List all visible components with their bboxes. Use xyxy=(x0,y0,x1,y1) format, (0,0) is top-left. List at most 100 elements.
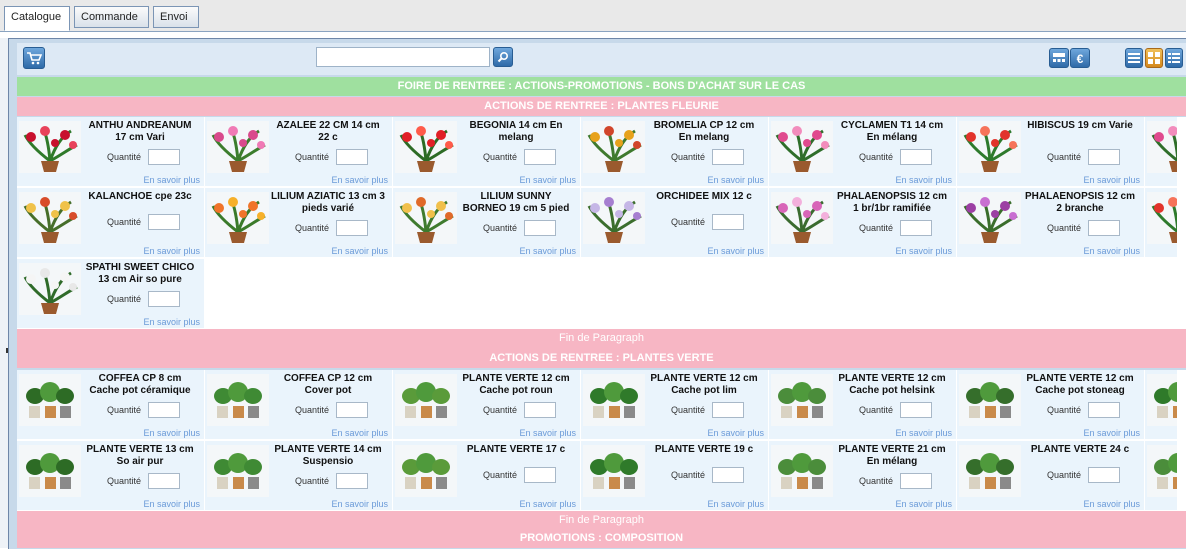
tab-catalogue[interactable]: Catalogue xyxy=(4,6,70,31)
product-image[interactable] xyxy=(395,374,457,426)
grid-view-button[interactable] xyxy=(1145,48,1163,68)
product-image[interactable] xyxy=(207,374,269,426)
quantity-input[interactable] xyxy=(336,220,368,236)
quantity-input[interactable] xyxy=(148,402,180,418)
quantity-input[interactable] xyxy=(712,467,744,483)
more-info-link[interactable]: En savoir plus xyxy=(519,246,576,256)
quantity-input[interactable] xyxy=(900,149,932,165)
product-name: PLANTE VERTE 19 c xyxy=(654,444,754,455)
product-image[interactable] xyxy=(959,121,1021,173)
product-card: PLANTE VERTE 12 cm Cache pot lim Quantité… xyxy=(581,370,768,439)
quantity-input[interactable] xyxy=(148,473,180,489)
more-info-link[interactable]: En savoir plus xyxy=(143,499,200,509)
quantity-input[interactable] xyxy=(712,402,744,418)
detail-view-button[interactable] xyxy=(1165,48,1183,68)
section-header-composition: PROMOTIONS : COMPOSITION xyxy=(17,529,1186,548)
more-info-link[interactable]: En savoir plus xyxy=(143,428,200,438)
quantity-input[interactable] xyxy=(336,402,368,418)
product-name: PLANTE VERTE 21 cm En mélang xyxy=(838,444,946,467)
product-image[interactable] xyxy=(1147,374,1177,426)
product-card: LILIUM AZIATIC 13 cm 3 pieds varié Quanti… xyxy=(205,188,392,257)
product-image[interactable] xyxy=(395,192,457,244)
cart-button[interactable] xyxy=(23,47,45,69)
product-image[interactable] xyxy=(771,192,833,244)
calculator-button[interactable] xyxy=(1049,48,1069,68)
product-image[interactable] xyxy=(1147,121,1177,173)
quantity-input[interactable] xyxy=(336,149,368,165)
product-image[interactable] xyxy=(19,445,81,497)
product-image[interactable] xyxy=(19,121,81,173)
product-image[interactable] xyxy=(19,374,81,426)
product-image[interactable] xyxy=(207,192,269,244)
product-image[interactable] xyxy=(19,263,81,315)
quantity-input[interactable] xyxy=(524,467,556,483)
more-info-link[interactable]: En savoir plus xyxy=(331,499,388,509)
product-image[interactable] xyxy=(395,121,457,173)
quantity-input[interactable] xyxy=(148,149,180,165)
product-image[interactable] xyxy=(959,374,1021,426)
more-info-link[interactable]: En savoir plus xyxy=(1083,428,1140,438)
more-info-link[interactable]: En savoir plus xyxy=(331,428,388,438)
product-image[interactable] xyxy=(1147,445,1177,497)
more-info-link[interactable]: En savoir plus xyxy=(519,499,576,509)
product-image[interactable] xyxy=(771,374,833,426)
quantity-input[interactable] xyxy=(712,214,744,230)
tab-envoi[interactable]: Envoi xyxy=(153,6,199,28)
quantity-label: Quantité xyxy=(483,405,518,415)
quantity-input[interactable] xyxy=(148,214,180,230)
quantity-input[interactable] xyxy=(900,220,932,236)
more-info-link[interactable]: En savoir plus xyxy=(895,428,952,438)
product-image[interactable] xyxy=(583,192,645,244)
more-info-link[interactable]: En savoir plus xyxy=(1083,499,1140,509)
more-info-link[interactable]: En savoir plus xyxy=(1083,175,1140,185)
quantity-input[interactable] xyxy=(1088,220,1120,236)
quantity-label: Quantité xyxy=(295,476,330,486)
product-image[interactable] xyxy=(771,445,833,497)
quantity-input[interactable] xyxy=(1088,149,1120,165)
product-image[interactable] xyxy=(583,445,645,497)
product-image[interactable] xyxy=(395,445,457,497)
more-info-link[interactable]: En savoir plus xyxy=(895,175,952,185)
more-info-link[interactable]: En savoir plus xyxy=(895,246,952,256)
product-image[interactable] xyxy=(959,445,1021,497)
quantity-input[interactable] xyxy=(900,473,932,489)
more-info-link[interactable]: En savoir plus xyxy=(519,175,576,185)
product-image[interactable] xyxy=(19,192,81,244)
product-image[interactable] xyxy=(1147,192,1177,244)
product-card: PLANTE VERTE 12 cm Cache pot roun Quantit… xyxy=(393,370,580,439)
product-card: ANTHU ANDREANUM 17 cm Vari Quantité En sav… xyxy=(17,117,204,186)
quantity-input[interactable] xyxy=(1088,402,1120,418)
more-info-link[interactable]: En savoir plus xyxy=(331,175,388,185)
quantity-input[interactable] xyxy=(900,402,932,418)
search-button[interactable] xyxy=(493,47,513,67)
quantity-input[interactable] xyxy=(524,220,556,236)
list-view-button[interactable] xyxy=(1125,48,1143,68)
more-info-link[interactable]: En savoir plus xyxy=(331,246,388,256)
quantity-input[interactable] xyxy=(524,402,556,418)
more-info-link[interactable]: En savoir plus xyxy=(143,246,200,256)
more-info-link[interactable]: En savoir plus xyxy=(519,428,576,438)
more-info-link[interactable]: En savoir plus xyxy=(1083,246,1140,256)
product-name: COFFEA CP 12 cm Cover pot xyxy=(283,373,373,396)
more-info-link[interactable]: En savoir plus xyxy=(895,499,952,509)
quantity-input[interactable] xyxy=(336,473,368,489)
more-info-link[interactable]: En savoir plus xyxy=(707,246,764,256)
quantity-input[interactable] xyxy=(524,149,556,165)
product-image[interactable] xyxy=(207,121,269,173)
more-info-link[interactable]: En savoir plus xyxy=(143,317,200,327)
product-image[interactable] xyxy=(959,192,1021,244)
product-image[interactable] xyxy=(771,121,833,173)
currency-button[interactable]: € xyxy=(1070,48,1090,68)
more-info-link[interactable]: En savoir plus xyxy=(143,175,200,185)
quantity-input[interactable] xyxy=(148,291,180,307)
product-image[interactable] xyxy=(207,445,269,497)
more-info-link[interactable]: En savoir plus xyxy=(707,499,764,509)
quantity-input[interactable] xyxy=(1088,467,1120,483)
search-input[interactable] xyxy=(316,47,490,67)
quantity-input[interactable] xyxy=(712,149,744,165)
more-info-link[interactable]: En savoir plus xyxy=(707,175,764,185)
product-image[interactable] xyxy=(583,121,645,173)
more-info-link[interactable]: En savoir plus xyxy=(707,428,764,438)
product-image[interactable] xyxy=(583,374,645,426)
tab-commande[interactable]: Commande xyxy=(74,6,149,28)
